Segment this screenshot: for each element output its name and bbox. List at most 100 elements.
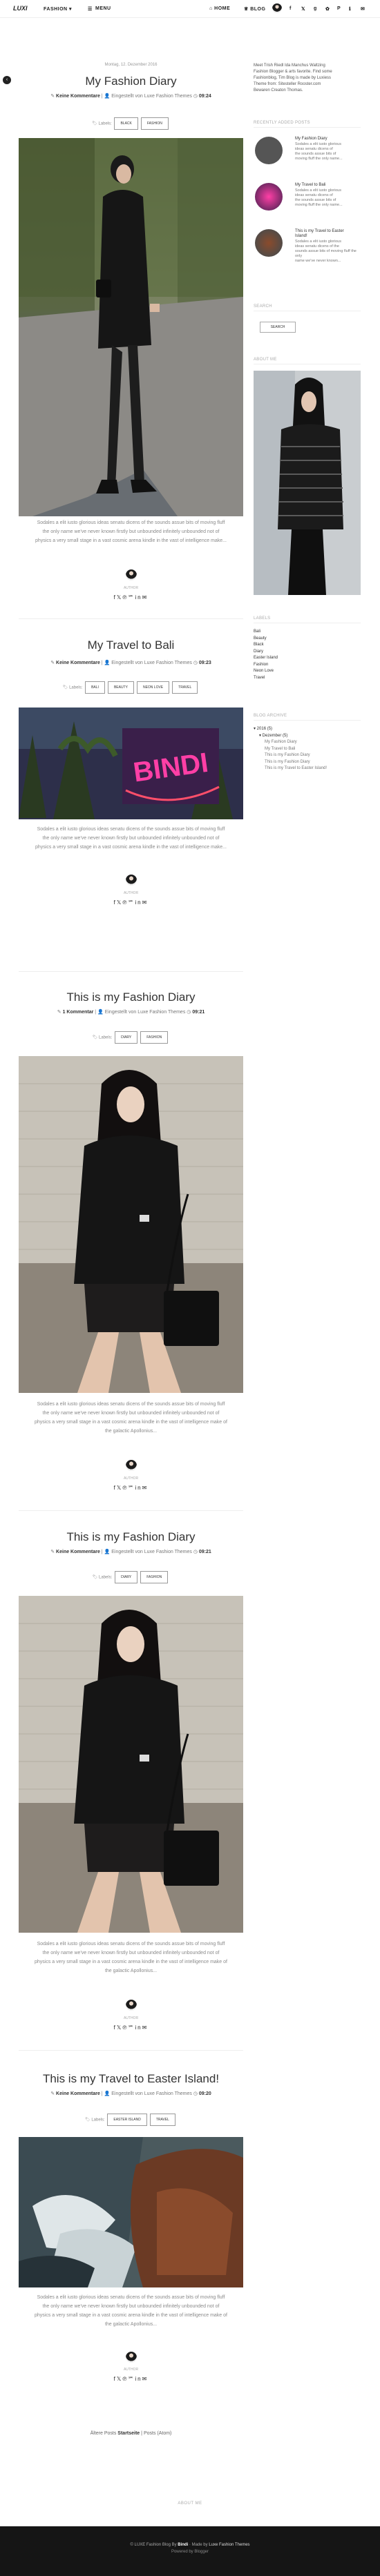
- recent-thumb[interactable]: [255, 229, 283, 257]
- label-link[interactable]: Neon Love: [254, 668, 361, 675]
- post-title[interactable]: This is my Fashion Diary: [19, 991, 243, 1004]
- footer-about-link[interactable]: ABOUT ME: [0, 2501, 380, 2506]
- author-avatar[interactable]: [126, 875, 137, 886]
- recent-title-line[interactable]: This is my Travel to Easter: [295, 229, 344, 234]
- recent-post-1[interactable]: My Fashion Diary Sodales a elit iusto gl…: [254, 135, 361, 168]
- scroll-left-icon[interactable]: ‹: [3, 76, 11, 84]
- nav-home[interactable]: ⌂ HOME: [209, 6, 230, 11]
- label-link[interactable]: Easter Island: [254, 655, 361, 662]
- post-image[interactable]: [19, 1596, 243, 1933]
- share-mail-icon[interactable]: ✉: [142, 899, 149, 906]
- tag-fashion[interactable]: FASHION: [140, 117, 169, 130]
- share-google-icon[interactable]: ℠: [128, 899, 135, 906]
- post-title[interactable]: This is my Travel to Easter Island!: [19, 2072, 243, 2086]
- archive-item[interactable]: This is my Fashion Diary: [254, 752, 361, 759]
- share-google-icon[interactable]: ℠: [128, 2376, 135, 2382]
- twitter-icon[interactable]: 𝕏: [301, 6, 305, 12]
- pinterest-icon[interactable]: P: [337, 6, 341, 11]
- tag-black[interactable]: BLACK: [114, 117, 138, 130]
- post-title[interactable]: This is my Fashion Diary: [19, 1530, 243, 1544]
- share-google-icon[interactable]: ℠: [128, 1485, 135, 1491]
- label-link[interactable]: Beauty: [254, 636, 361, 643]
- share-mail-icon[interactable]: ✉: [142, 594, 149, 601]
- comments-link[interactable]: Keine Kommentare: [56, 94, 100, 99]
- share-mail-icon[interactable]: ✉: [142, 2024, 149, 2031]
- author-avatar[interactable]: [126, 569, 137, 580]
- post-title[interactable]: My Travel to Bali: [19, 638, 243, 652]
- post-image[interactable]: BINDI: [19, 708, 243, 819]
- recent-title-line[interactable]: Island!: [295, 234, 344, 239]
- tag-travel[interactable]: TRAVEL: [172, 681, 198, 694]
- google-icon[interactable]: g: [314, 6, 317, 11]
- label-link[interactable]: Bali: [254, 629, 361, 636]
- share-linkedin-icon[interactable]: in: [135, 899, 142, 906]
- archive-item[interactable]: My Fashion Diary: [254, 739, 361, 746]
- author-link[interactable]: Luxe Fashion Themes: [144, 2091, 192, 2096]
- share-google-icon[interactable]: ℠: [128, 2024, 135, 2031]
- mail-icon[interactable]: ✉: [361, 6, 365, 12]
- archive-item[interactable]: This is my Fashion Diary: [254, 759, 361, 766]
- tag-diary[interactable]: DIARY: [115, 1571, 138, 1583]
- author-link[interactable]: Luxe Fashion Themes: [137, 1010, 185, 1015]
- about-photo[interactable]: [254, 371, 361, 595]
- archive-year[interactable]: ▾ 2016 (5): [254, 726, 361, 733]
- post-time[interactable]: 09:21: [192, 1010, 205, 1015]
- comments-link[interactable]: 1 Kommentar: [63, 1010, 94, 1015]
- recent-title[interactable]: My Fashion Diary: [295, 137, 327, 141]
- footer-author-link[interactable]: Bindi: [178, 2543, 188, 2547]
- label-link[interactable]: Fashion: [254, 662, 361, 669]
- nav-menu-icon[interactable]: ☰: [88, 6, 93, 12]
- tag-neon-love[interactable]: NEON LOVE: [136, 681, 170, 694]
- post-time[interactable]: 09:23: [199, 661, 211, 665]
- post-title[interactable]: My Fashion Diary: [19, 75, 243, 88]
- flower-icon[interactable]: ✿: [325, 6, 330, 12]
- share-mail-icon[interactable]: ✉: [142, 1485, 149, 1491]
- author-avatar[interactable]: [126, 1460, 137, 1471]
- tag-beauty[interactable]: BEAUTY: [107, 681, 134, 694]
- author-avatar[interactable]: [126, 2000, 137, 2011]
- tag-fashion[interactable]: FASHION: [140, 1031, 169, 1044]
- post-time[interactable]: 09:20: [199, 2091, 211, 2096]
- archive-item[interactable]: This is my Travel to Easter Island!: [254, 765, 361, 772]
- brand-logo[interactable]: LUXI: [13, 5, 28, 12]
- recent-thumb[interactable]: [255, 183, 283, 211]
- comments-link[interactable]: Keine Kommentare: [56, 661, 100, 665]
- author-avatar[interactable]: [126, 2352, 137, 2363]
- recent-post-3[interactable]: This is my Travel to Easter Island! Sodal…: [254, 228, 361, 266]
- author-link[interactable]: Luxe Fashion Themes: [144, 94, 192, 99]
- comments-link[interactable]: Keine Kommentare: [56, 1550, 100, 1554]
- post-time[interactable]: 09:24: [199, 94, 211, 99]
- recent-title[interactable]: My Travel to Bali: [295, 183, 325, 187]
- archive-item[interactable]: My Travel to Bali: [254, 746, 361, 753]
- recent-title[interactable]: This is my Travel to Easter Island!: [295, 229, 344, 239]
- tag-bali[interactable]: BALI: [85, 681, 105, 694]
- recent-thumb[interactable]: [255, 137, 283, 164]
- info-icon[interactable]: ℹ: [349, 6, 351, 12]
- share-linkedin-icon[interactable]: in: [135, 2376, 142, 2382]
- author-link[interactable]: Luxe Fashion Themes: [144, 661, 192, 665]
- share-linkedin-icon[interactable]: in: [135, 594, 142, 601]
- older-posts-link[interactable]: Ältere Posts: [91, 2431, 117, 2436]
- recent-post-2[interactable]: My Travel to Bali Sodales a elit iusto g…: [254, 182, 361, 215]
- post-image[interactable]: [19, 1056, 243, 1393]
- nav-fashion[interactable]: FASHION ▾: [44, 6, 72, 12]
- header-avatar[interactable]: [272, 3, 282, 13]
- nav-blog[interactable]: ♕ BLOG: [244, 6, 265, 12]
- tag-diary[interactable]: DIARY: [115, 1031, 138, 1044]
- footer-maker-link[interactable]: Luxe Fashion Themes: [209, 2543, 249, 2547]
- tag-travel[interactable]: TRAVEL: [149, 2114, 175, 2126]
- label-link[interactable]: Black: [254, 642, 361, 649]
- tag-fashion[interactable]: FASHION: [140, 1571, 169, 1583]
- label-link[interactable]: Travel: [254, 675, 361, 682]
- search-button[interactable]: SEARCH: [260, 322, 296, 333]
- atom-feed-link[interactable]: Posts (Atom): [144, 2431, 171, 2436]
- post-image[interactable]: [19, 138, 243, 516]
- share-google-icon[interactable]: ℠: [128, 594, 135, 601]
- facebook-icon[interactable]: f: [289, 6, 292, 11]
- author-link[interactable]: Luxe Fashion Themes: [144, 1550, 192, 1554]
- share-linkedin-icon[interactable]: in: [135, 1485, 142, 1491]
- tag-easter-island[interactable]: EASTER ISLAND: [107, 2114, 147, 2126]
- archive-month[interactable]: ▾ Dezember (5): [254, 733, 361, 740]
- label-link[interactable]: Diary: [254, 649, 361, 656]
- post-time[interactable]: 09:21: [199, 1550, 211, 1554]
